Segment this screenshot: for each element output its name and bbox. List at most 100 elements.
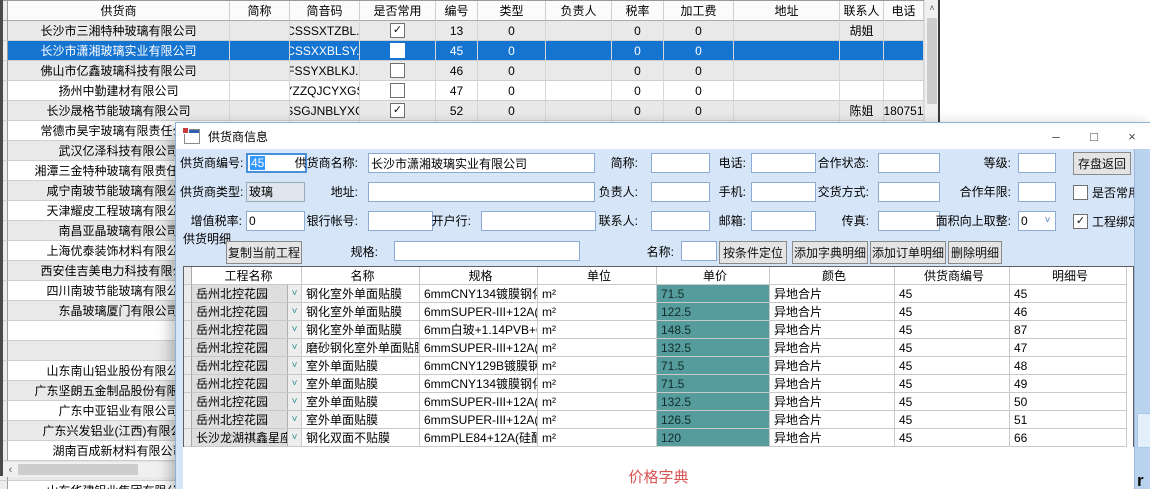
- scrollbar-thumb[interactable]: [927, 18, 937, 104]
- column-header[interactable]: 地址: [734, 1, 840, 21]
- project-combo[interactable]: 岳州北控花园˅: [192, 339, 302, 357]
- save-return-button[interactable]: 存盘返回: [1073, 152, 1131, 175]
- bank-account-field[interactable]: [368, 211, 433, 231]
- detail-row[interactable]: 岳州北控花园˅室外单面贴膜6mmCNY134镀膜钢化m²71.5异地合片4549: [184, 375, 1133, 393]
- delivery-mode-field[interactable]: [878, 182, 940, 202]
- address-field[interactable]: [368, 182, 595, 202]
- row-selector[interactable]: [184, 321, 192, 339]
- detail-row[interactable]: 岳州北控花园˅钢化室外单面贴膜6mm白玻+1.14PVB+6mm...m²148…: [184, 321, 1133, 339]
- supplier-name-field[interactable]: [368, 153, 595, 173]
- supplier-row[interactable]: 扬州中勤建材有限公司YZZQJCYXGS47000: [0, 81, 924, 101]
- checkbox-icon[interactable]: [1073, 185, 1088, 200]
- checkbox-icon[interactable]: [390, 43, 405, 58]
- project-combo[interactable]: 岳州北控花园˅: [192, 393, 302, 411]
- common-checkbox-cell[interactable]: [360, 41, 436, 61]
- chevron-down-icon[interactable]: ˅: [1041, 213, 1054, 229]
- row-selector[interactable]: [184, 357, 192, 375]
- column-header[interactable]: 税率: [612, 1, 664, 21]
- column-header[interactable]: 明细号: [1010, 267, 1127, 285]
- column-header[interactable]: 类型: [478, 1, 546, 21]
- project-bind-checkbox[interactable]: 工程绑定: [1073, 213, 1140, 229]
- detail-row[interactable]: 岳州北控花园˅钢化室外单面贴膜6mmCNY134镀膜钢化m²71.5异地合片45…: [184, 285, 1133, 303]
- column-header[interactable]: 供货商编号: [895, 267, 1010, 285]
- spec-filter-input[interactable]: [394, 241, 580, 261]
- column-header[interactable]: 规格: [420, 267, 538, 285]
- checkbox-icon[interactable]: [390, 103, 405, 118]
- chevron-down-icon[interactable]: ˅: [287, 429, 301, 446]
- column-header[interactable]: 负责人: [546, 1, 612, 21]
- row-selector[interactable]: [184, 411, 192, 429]
- column-header[interactable]: 电话: [884, 1, 924, 21]
- detail-row[interactable]: 岳州北控花园˅室外单面贴膜6mmCNY129B镀膜钢化m²71.5异地合片454…: [184, 357, 1133, 375]
- coop-years-field[interactable]: [1018, 182, 1056, 202]
- column-header[interactable]: 联系人: [840, 1, 884, 21]
- grade-field[interactable]: [1018, 153, 1056, 173]
- scrollbar-thumb[interactable]: [18, 464, 138, 475]
- row-selector[interactable]: [184, 303, 192, 321]
- delete-detail-button[interactable]: 删除明细: [948, 241, 1002, 264]
- dialog-vertical-scrollbar[interactable]: [1134, 149, 1150, 489]
- locate-button[interactable]: 按条件定位: [719, 241, 787, 264]
- column-header[interactable]: 名称: [302, 267, 420, 285]
- project-combo[interactable]: 岳州北控花园˅: [192, 357, 302, 375]
- common-checkbox-cell[interactable]: [360, 21, 436, 41]
- row-selector[interactable]: [184, 339, 192, 357]
- supplier-row[interactable]: 长沙市潇湘玻璃实业有限公司CSSXXBLSY..45000: [0, 41, 924, 61]
- close-button[interactable]: ×: [1113, 123, 1150, 149]
- detail-row[interactable]: 长沙龙湖祺鑫星座˅钢化双面不贴膜6mmPLE84+12A(硅酮胶...m²120…: [184, 429, 1133, 447]
- row-selector[interactable]: [0, 481, 8, 489]
- supplier-row[interactable]: 佛山市亿鑫玻璃科技有限公司FSSYXBLKJ..46000: [0, 61, 924, 81]
- scroll-up-icon[interactable]: ˄: [925, 0, 939, 16]
- chevron-down-icon[interactable]: ˅: [287, 375, 301, 392]
- project-combo[interactable]: 岳州北控花园˅: [192, 411, 302, 429]
- project-combo[interactable]: 长沙龙湖祺鑫星座˅: [192, 429, 302, 447]
- column-header[interactable]: 供货商: [8, 1, 230, 21]
- detail-row[interactable]: 岳州北控花园˅磨砂钢化室外单面贴膜6mmSUPER-III+12A(硅...m²…: [184, 339, 1133, 357]
- column-header[interactable]: 工程名称: [192, 267, 302, 285]
- row-selector[interactable]: [184, 375, 192, 393]
- checkbox-icon[interactable]: [390, 83, 405, 98]
- column-header[interactable]: 单价: [657, 267, 770, 285]
- column-header[interactable]: 简称: [230, 1, 290, 21]
- project-combo[interactable]: 岳州北控花园˅: [192, 303, 302, 321]
- row-selector[interactable]: [184, 393, 192, 411]
- supplier-row[interactable]: 长沙晟格节能玻璃有限公司CSSGJNBLYXGS52000陈姐180751: [0, 101, 924, 121]
- common-checkbox-cell[interactable]: [360, 101, 436, 121]
- chevron-down-icon[interactable]: ˅: [287, 411, 301, 428]
- checkbox-icon[interactable]: [1073, 214, 1088, 229]
- checkbox-icon[interactable]: [390, 63, 405, 78]
- add-order-detail-button[interactable]: 添加订单明细: [870, 241, 946, 264]
- chevron-down-icon[interactable]: ˅: [287, 285, 301, 302]
- common-checkbox-cell[interactable]: [360, 61, 436, 81]
- common-checkbox-cell[interactable]: [360, 81, 436, 101]
- area-round-up-dropdown[interactable]: 0 ˅: [1018, 211, 1056, 231]
- chevron-down-icon[interactable]: ˅: [287, 339, 301, 356]
- minimize-button[interactable]: –: [1037, 123, 1075, 149]
- supplier-row[interactable]: 长沙市三湘特种玻璃有限公司CSSSXTZBL..13000胡姐: [0, 21, 924, 41]
- detail-row[interactable]: 岳州北控花园˅钢化室外单面贴膜6mmSUPER-III+12A(硅...m²12…: [184, 303, 1133, 321]
- column-header[interactable]: 是否常用: [360, 1, 436, 21]
- add-dict-detail-button[interactable]: 添加字典明细: [792, 241, 868, 264]
- maximize-button[interactable]: □: [1075, 123, 1113, 149]
- scroll-left-icon[interactable]: ‹: [3, 464, 18, 476]
- column-header[interactable]: 单位: [538, 267, 657, 285]
- column-header[interactable]: 加工费: [664, 1, 734, 21]
- column-header[interactable]: 简音码: [290, 1, 360, 21]
- detail-row[interactable]: 岳州北控花园˅室外单面贴膜6mmSUPER-III+12A(硅...m²132.…: [184, 393, 1133, 411]
- name-filter-input[interactable]: [681, 241, 717, 261]
- chevron-down-icon[interactable]: ˅: [287, 321, 301, 338]
- chevron-down-icon[interactable]: ˅: [287, 303, 301, 320]
- row-selector[interactable]: [184, 429, 192, 447]
- scrollbar-thumb[interactable]: [1137, 413, 1150, 448]
- checkbox-icon[interactable]: [390, 23, 405, 38]
- copy-project-button[interactable]: 复制当前工程: [226, 241, 302, 264]
- is-common-checkbox[interactable]: 是否常用: [1073, 184, 1140, 200]
- project-combo[interactable]: 岳州北控花园˅: [192, 285, 302, 303]
- chevron-down-icon[interactable]: ˅: [287, 393, 301, 410]
- project-combo[interactable]: 岳州北控花园˅: [192, 321, 302, 339]
- detail-row[interactable]: 岳州北控花园˅室外单面贴膜6mmSUPER-III+12A(硅...m²126.…: [184, 411, 1133, 429]
- column-header[interactable]: 颜色: [770, 267, 895, 285]
- row-selector[interactable]: [184, 285, 192, 303]
- dialog-titlebar[interactable]: 供货商信息 – □ ×: [176, 123, 1150, 149]
- coop-status-field[interactable]: [878, 153, 940, 173]
